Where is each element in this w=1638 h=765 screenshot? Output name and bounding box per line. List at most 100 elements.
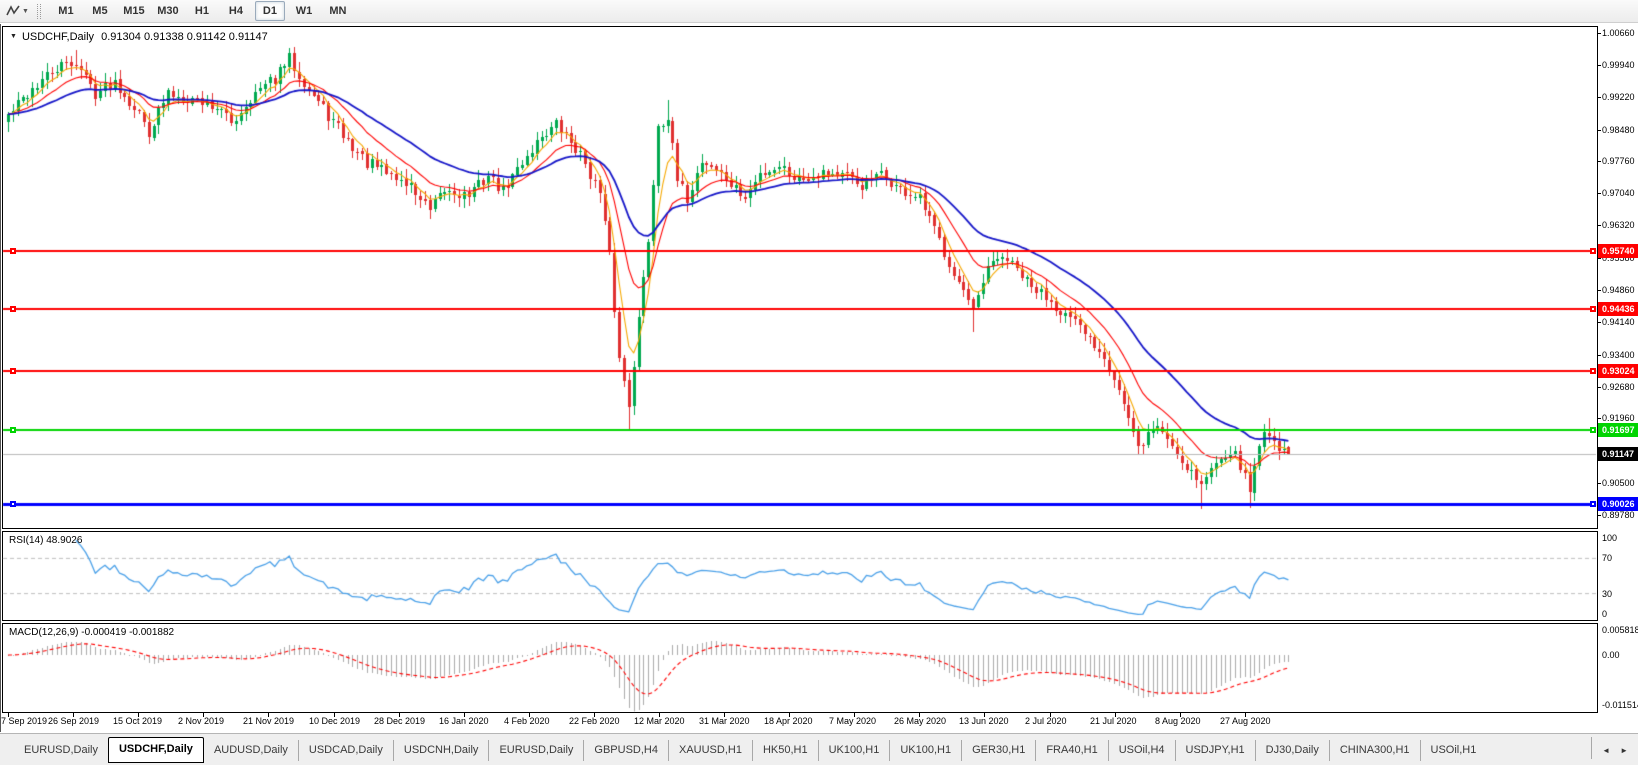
date-axis-label: 21 Jul 2020: [1090, 716, 1137, 726]
chart-tab-usoil-h4[interactable]: USOil,H4: [1107, 740, 1175, 761]
date-axis-label: 28 Dec 2019: [374, 716, 426, 726]
level-line-handle[interactable]: [10, 368, 16, 374]
price-axis-tick-label: 0.96320: [1602, 220, 1635, 230]
level-line-handle[interactable]: [10, 248, 16, 254]
price-axis-tick: [1597, 418, 1601, 419]
level-line-handle[interactable]: [10, 501, 16, 507]
chevron-down-icon[interactable]: ▼: [22, 8, 29, 15]
rsi-axis-label: 0: [1602, 609, 1608, 619]
level-line-handle[interactable]: [1590, 248, 1596, 254]
date-axis-label: 31 Mar 2020: [699, 716, 750, 726]
chart-tab-hk50-h1[interactable]: HK50,H1: [751, 740, 818, 761]
price-axis-tick: [1597, 258, 1601, 259]
chart-tab-usdchf-daily[interactable]: USDCHF,Daily: [107, 737, 204, 763]
toolbar-drag-handle: [36, 3, 41, 19]
chart-tab-xauusd-h1[interactable]: XAUUSD,H1: [667, 740, 752, 761]
chart-tab-ger30-h1[interactable]: GER30,H1: [961, 740, 1035, 761]
macd-axis-label: 0.00: [1602, 650, 1620, 660]
tab-scroll-left-icon[interactable]: ◄: [1602, 746, 1610, 755]
price-axis-tick: [1597, 355, 1601, 356]
chart-tab-eurusd-daily[interactable]: EURUSD,Daily: [488, 740, 583, 761]
date-axis-label: 21 Nov 2019: [243, 716, 295, 726]
chart-tab-usdjpy-h1[interactable]: USDJPY,H1: [1174, 740, 1255, 761]
date-axis-label: 26 May 2020: [894, 716, 947, 726]
price-axis-tick: [1597, 290, 1601, 291]
chart-tab-gbpusd-h4[interactable]: GBPUSD,H4: [583, 740, 668, 761]
macd-axis-label: 0.005818: [1602, 625, 1638, 635]
price-axis-tick-label: 0.94860: [1602, 285, 1635, 295]
price-axis-tick: [1597, 130, 1601, 131]
price-axis-tick-label: 0.98480: [1602, 125, 1635, 135]
price-axis-tick: [1597, 225, 1601, 226]
level-price-badge: 0.93024: [1598, 364, 1638, 378]
level-line-handle[interactable]: [10, 427, 16, 433]
timeframe-button-w1[interactable]: W1: [289, 1, 319, 21]
chart-tab-audusd-daily[interactable]: AUDUSD,Daily: [204, 740, 298, 761]
date-axis-label: 2 Nov 2019: [178, 716, 225, 726]
price-axis-tick-label: 0.97760: [1602, 156, 1635, 166]
chart-ohlc-values: 0.91304 0.91338 0.91142 0.91147: [101, 31, 268, 43]
timeframe-button-mn[interactable]: MN: [323, 1, 353, 21]
level-price-badge: 0.94436: [1598, 302, 1638, 316]
chart-symbol-period: USDCHF,Daily: [21, 31, 95, 43]
price-axis-tick: [1597, 483, 1601, 484]
chart-tab-usdcad-daily[interactable]: USDCAD,Daily: [297, 740, 393, 761]
chart-tab-dj30-daily[interactable]: DJ30,Daily: [1254, 740, 1329, 761]
chart-tab-usoil-h1[interactable]: USOil,H1: [1419, 740, 1487, 761]
chart-tab-usdcnh-daily[interactable]: USDCNH,Daily: [392, 740, 489, 761]
chart-tab-china300-h1[interactable]: CHINA300,H1: [1328, 740, 1420, 761]
price-axis-tick: [1597, 322, 1601, 323]
tab-scroll-right-icon[interactable]: ►: [1620, 746, 1628, 755]
chart-canvas[interactable]: [0, 0, 1638, 765]
timeframe-button-d1[interactable]: D1: [254, 1, 285, 21]
mt4-window: ▼ M1 M5 M15 M30 H1 H4 D1 W1 MN ▼ USDCHF,Daily 0.9…: [0, 0, 1638, 765]
level-line-handle[interactable]: [1590, 501, 1596, 507]
rsi-axis-label: 100: [1602, 533, 1618, 543]
level-line-handle[interactable]: [1590, 368, 1596, 374]
chart-tabs: EURUSD,Daily USDCHF,Daily AUDUSD,Daily USDC…: [14, 737, 1486, 763]
price-axis-tick-label: 0.93400: [1602, 350, 1635, 360]
level-line-handle[interactable]: [10, 306, 16, 312]
chart-dropdown-icon[interactable]: ▼: [10, 33, 17, 40]
chart-tab-bar: EURUSD,Daily USDCHF,Daily AUDUSD,Daily USDC…: [0, 733, 1638, 765]
date-axis-label: 12 Mar 2020: [634, 716, 685, 726]
timeframe-toolbar: ▼ M1 M5 M15 M30 H1 H4 D1 W1 MN: [0, 0, 1638, 23]
date-axis-label: 18 Apr 2020: [764, 716, 813, 726]
timeframe-button-m1[interactable]: M1: [51, 1, 81, 21]
price-axis-tick: [1597, 65, 1601, 66]
date-axis-label: 27 Aug 2020: [1220, 716, 1271, 726]
chart-tab-uk100-h1[interactable]: UK100,H1: [817, 740, 890, 761]
price-axis-tick: [1597, 515, 1601, 516]
date-axis-label: 15 Oct 2019: [113, 716, 163, 726]
timeframe-button-h1[interactable]: H1: [187, 1, 217, 21]
chart-tab-eurusd-daily[interactable]: EURUSD,Daily: [14, 740, 108, 761]
timeframe-button-m5[interactable]: M5: [85, 1, 115, 21]
level-price-badge: 0.91697: [1598, 423, 1638, 437]
date-axis-label: 10 Dec 2019: [309, 716, 361, 726]
price-axis-tick-label: 0.90500: [1602, 478, 1635, 488]
timeframe-button-m30[interactable]: M30: [153, 1, 183, 21]
timeframe-buttons: M1 M5 M15 M30 H1 H4 D1 W1 MN: [49, 1, 355, 21]
date-axis-label: 22 Feb 2020: [569, 716, 620, 726]
date-axis-label: 7 May 2020: [829, 716, 877, 726]
timeframe-button-m15[interactable]: M15: [119, 1, 149, 21]
level-price-badge: 0.90026: [1598, 497, 1638, 511]
line-studies-icon[interactable]: [5, 3, 21, 19]
date-axis-label: 2 Jul 2020: [1025, 716, 1067, 726]
price-axis-tick-label: 0.99220: [1602, 92, 1635, 102]
price-axis-tick-label: 0.92680: [1602, 382, 1635, 392]
date-axis-label: 8 Aug 2020: [1155, 716, 1201, 726]
price-axis-tick-label: 0.89780: [1602, 510, 1635, 520]
price-axis-tick-label: 1.00660: [1602, 28, 1635, 38]
level-line-handle[interactable]: [1590, 306, 1596, 312]
price-axis-tick: [1597, 33, 1601, 34]
price-axis-tick-label: 0.94140: [1602, 317, 1635, 327]
date-axis-label: 4 Feb 2020: [504, 716, 550, 726]
macd-label: MACD(12,26,9) -0.000419 -0.001882: [9, 627, 175, 638]
chart-tab-fra40-h1[interactable]: FRA40,H1: [1035, 740, 1107, 761]
level-line-handle[interactable]: [1590, 427, 1596, 433]
chart-tab-uk100-h1[interactable]: UK100,H1: [889, 740, 961, 761]
timeframe-button-h4[interactable]: H4: [221, 1, 251, 21]
price-axis-tick-label: 0.99940: [1602, 60, 1635, 70]
date-axis-label: 7 Sep 2019: [1, 716, 48, 726]
